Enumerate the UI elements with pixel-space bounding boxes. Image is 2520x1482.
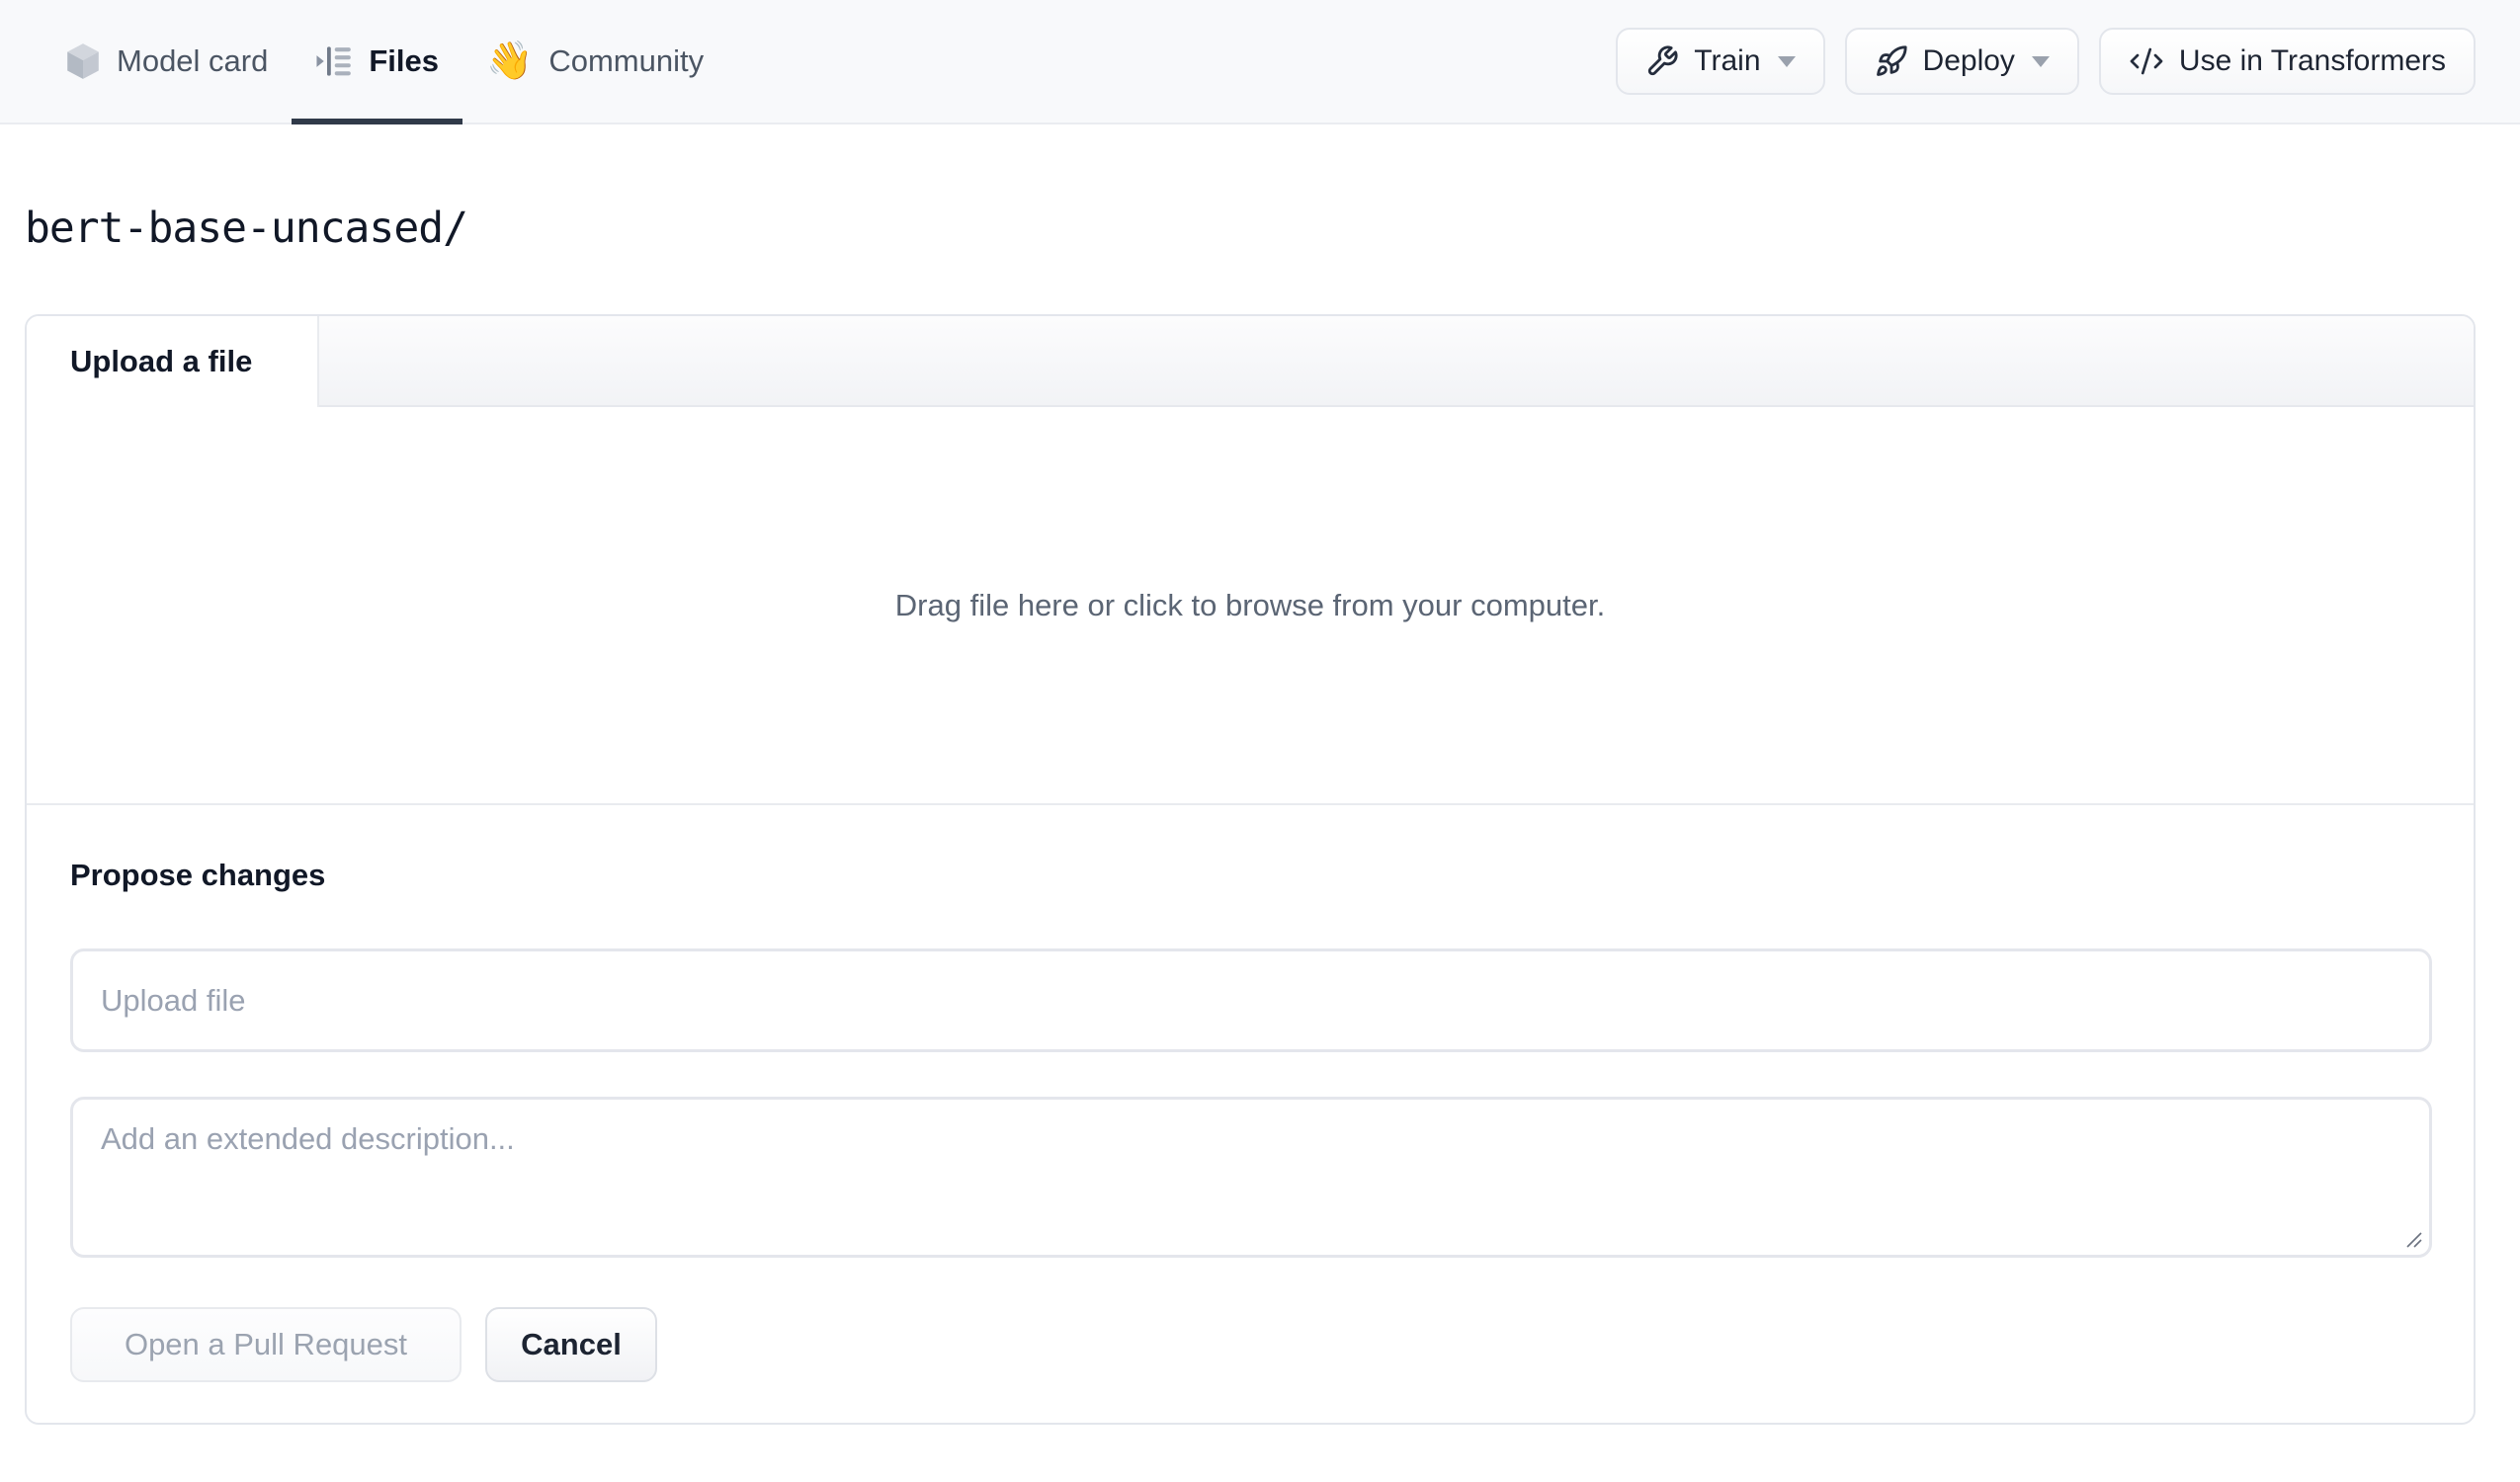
rocket-icon: [1876, 45, 1907, 76]
description-field-wrapper: [70, 1097, 2432, 1258]
waving-hand-emoji: 👋: [486, 41, 534, 82]
deploy-button-label: Deploy: [1922, 44, 2015, 77]
extended-description-textarea[interactable]: [70, 1097, 2432, 1258]
propose-changes-section: Propose changes Open a Pull Request Canc…: [27, 805, 2474, 1423]
use-in-transformers-label: Use in Transformers: [2178, 44, 2446, 77]
propose-changes-heading: Propose changes: [70, 858, 326, 892]
chevron-down-icon: [2031, 55, 2050, 67]
upload-panel-tabbar: Upload a file: [27, 316, 2474, 407]
resize-handle-icon[interactable]: [2406, 1232, 2422, 1248]
wrench-icon: [1648, 45, 1678, 76]
code-icon: [2130, 47, 2163, 75]
nav-actions: Train Deploy Use in Transformers: [1616, 0, 2476, 123]
model-nav-bar: Model card Files 👋 Community Train Deplo…: [0, 0, 2520, 124]
propose-actions-row: Open a Pull Request Cancel: [70, 1307, 2432, 1382]
dropzone-hint-text: Drag file here or click to browse from y…: [894, 587, 1606, 622]
tab-model-card[interactable]: Model card: [49, 0, 292, 123]
tab-upload-a-file-label: Upload a file: [70, 344, 253, 378]
repo-path: bert-base-uncased/: [25, 204, 468, 253]
tab-community-label: Community: [548, 43, 705, 78]
use-in-transformers-button[interactable]: Use in Transformers: [2098, 28, 2476, 95]
open-pull-request-button[interactable]: Open a Pull Request: [70, 1307, 462, 1382]
tab-files-label: Files: [369, 43, 440, 78]
tab-files[interactable]: Files: [292, 0, 462, 124]
open-pull-request-label: Open a Pull Request: [124, 1327, 408, 1361]
cube-icon: [67, 43, 99, 79]
train-button-label: Train: [1694, 44, 1761, 77]
tab-upload-a-file[interactable]: Upload a file: [27, 316, 319, 407]
cancel-button-label: Cancel: [521, 1327, 622, 1361]
deploy-button[interactable]: Deploy: [1844, 28, 2079, 95]
file-dropzone[interactable]: Drag file here or click to browse from y…: [27, 407, 2474, 805]
chevron-down-icon: [1777, 55, 1796, 67]
list-tree-icon: [316, 46, 352, 76]
train-button[interactable]: Train: [1616, 28, 1825, 95]
tabbar-filler: [319, 316, 2474, 407]
upload-panel: Upload a file Drag file here or click to…: [25, 314, 2476, 1425]
tab-community[interactable]: 👋 Community: [462, 0, 727, 123]
cancel-button[interactable]: Cancel: [485, 1307, 657, 1382]
upload-file-input[interactable]: [70, 948, 2432, 1052]
tab-model-card-label: Model card: [117, 43, 269, 78]
